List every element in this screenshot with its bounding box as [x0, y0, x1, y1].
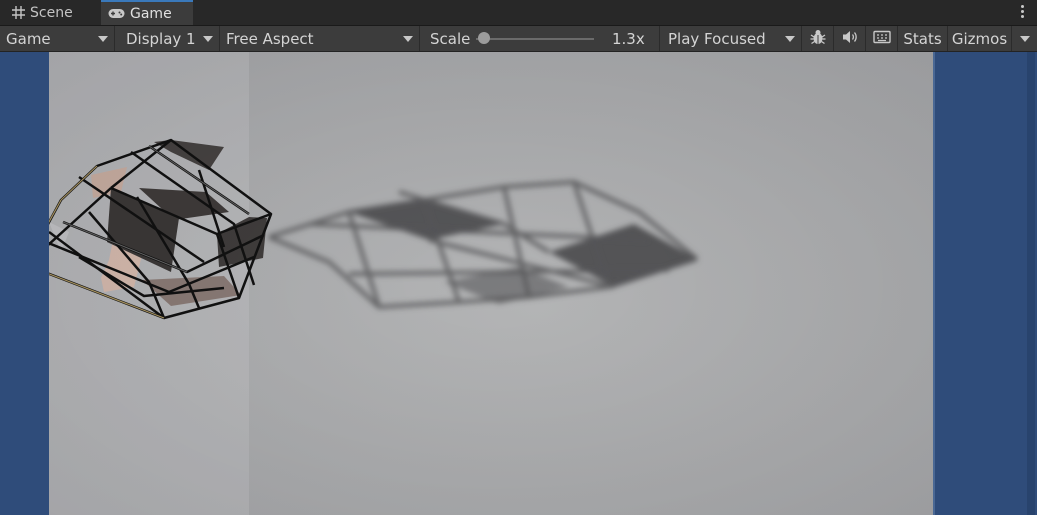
tab-scene[interactable]: Scene: [6, 0, 104, 25]
keyboard-icon: [872, 30, 891, 48]
chevron-down-icon: [98, 36, 108, 42]
display-dropdown[interactable]: Display 1: [115, 26, 220, 51]
display-value: Display 1: [126, 29, 196, 48]
stats-button[interactable]: Stats: [898, 26, 948, 51]
chevron-down-icon: [785, 36, 795, 42]
viewport-scrollbar[interactable]: [1027, 52, 1035, 515]
kebab-menu-icon[interactable]: [1017, 3, 1027, 21]
chevron-down-icon: [403, 36, 413, 42]
view-mode-value: Game: [6, 29, 51, 48]
scale-label: Scale: [430, 29, 471, 48]
speaker-icon: [841, 29, 859, 49]
game-viewport[interactable]: [0, 52, 1037, 515]
play-mode-dropdown[interactable]: Play Focused: [660, 26, 802, 51]
bug-icon: [809, 28, 827, 50]
scale-slider-track[interactable]: [476, 38, 594, 40]
mute-audio-button[interactable]: [834, 26, 866, 51]
scene-render: [49, 52, 933, 515]
camera-background-left: [0, 52, 49, 515]
tab-game-label: Game: [130, 5, 172, 22]
game-toolbar: Game Display 1 Free Aspect Scale 1.3x Pl…: [0, 26, 1037, 52]
play-mode-value: Play Focused: [668, 29, 766, 48]
tab-bar: Scene Game: [0, 0, 1037, 26]
keyboard-shortcuts-button[interactable]: [866, 26, 898, 51]
gizmos-label: Gizmos: [951, 29, 1008, 48]
bug-toggle-button[interactable]: [802, 26, 834, 51]
camera-background-right: [933, 52, 1037, 515]
grid-icon: [12, 6, 25, 19]
scale-control: Scale 1.3x: [420, 26, 660, 51]
game-render-area: [49, 52, 933, 515]
aspect-dropdown[interactable]: Free Aspect: [220, 26, 420, 51]
scale-value: 1.3x: [612, 30, 645, 48]
scale-slider-thumb[interactable]: [478, 32, 490, 44]
gizmos-dropdown-button[interactable]: [1012, 26, 1037, 51]
stats-label: Stats: [903, 29, 942, 48]
gamepad-icon: [108, 8, 125, 19]
gizmos-button[interactable]: Gizmos: [948, 26, 1012, 51]
chevron-down-icon: [1020, 36, 1030, 42]
tab-scene-label: Scene: [30, 4, 73, 21]
aspect-value: Free Aspect: [226, 29, 314, 48]
chevron-down-icon: [203, 36, 213, 42]
tab-game[interactable]: Game: [101, 0, 193, 25]
view-mode-dropdown[interactable]: Game: [0, 26, 115, 51]
